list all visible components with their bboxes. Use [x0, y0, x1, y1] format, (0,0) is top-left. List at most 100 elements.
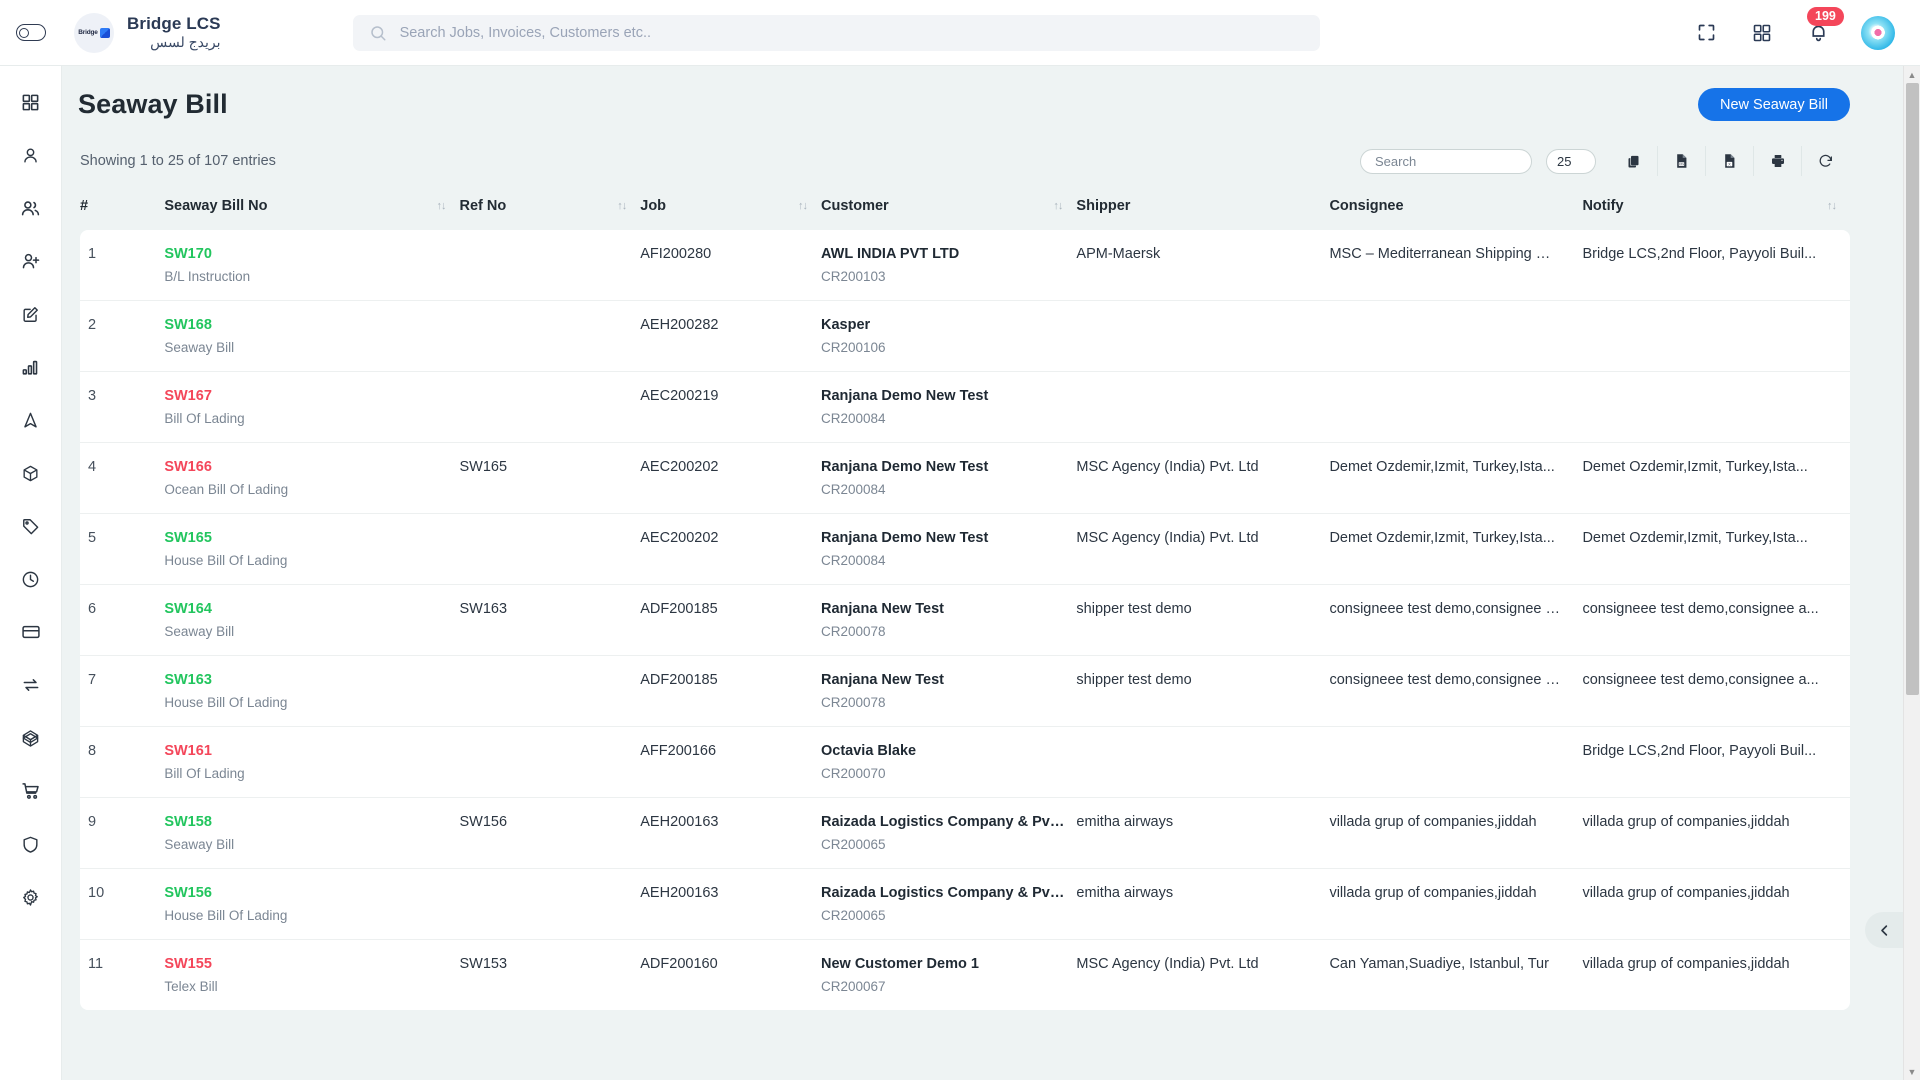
table-row[interactable]: 11 SW155 Telex Bill SW153 ADF200160 New Custo…: [80, 940, 1850, 1011]
table-row[interactable]: 4 SW166 Ocean Bill Of Lading SW165 AEC200202…: [80, 443, 1850, 514]
cell-shipper: MSC Agency (India) Pvt. Ltd: [1076, 530, 1259, 546]
vertical-scrollbar[interactable]: ▲ ▼: [1903, 66, 1920, 1080]
sidebar-item-dashboard[interactable]: [17, 90, 45, 114]
print-button[interactable]: [1754, 146, 1802, 176]
sidebar-item-payments[interactable]: [17, 620, 45, 644]
sort-icon[interactable]: ↑↓: [798, 200, 808, 212]
column-header-index[interactable]: #: [80, 198, 164, 230]
column-header-consignee[interactable]: Consignee: [1329, 198, 1582, 230]
excel-export-button[interactable]: X: [1706, 146, 1754, 176]
table-row[interactable]: 3 SW167 Bill Of Lading AEC200219 Ranjana Dem…: [80, 372, 1850, 443]
shopping-cart-icon: [21, 783, 39, 799]
column-header-shipper[interactable]: Shipper: [1076, 198, 1329, 230]
sidebar-item-jobs[interactable]: [17, 302, 45, 326]
table-row[interactable]: 2 SW168 Seaway Bill AEH200282 Kasper CR200106: [80, 301, 1850, 372]
cell-seaway-bill-no[interactable]: SW165 House Bill Of Lading: [164, 514, 459, 585]
sidebar-item-inventory[interactable]: [17, 726, 45, 750]
column-header-customer[interactable]: Customer ↑↓: [821, 198, 1076, 230]
cell-seaway-bill-no[interactable]: SW170 B/L Instruction: [164, 230, 459, 301]
bill-no-link[interactable]: SW155: [164, 956, 459, 972]
brand[interactable]: Bridge Bridge LCS بريدج لسس: [74, 12, 221, 53]
sidebar-item-settings[interactable]: [17, 885, 45, 909]
refresh-button[interactable]: [1802, 146, 1850, 176]
table-row[interactable]: 1 SW170 B/L Instruction AFI200280 AWL INDIA …: [80, 230, 1850, 301]
table-row[interactable]: 10 SW156 House Bill Of Lading AEH200163 Raiz…: [80, 869, 1850, 940]
sidebar-item-purchase[interactable]: [17, 779, 45, 803]
apps-grid-button[interactable]: [1749, 20, 1775, 46]
cell-seaway-bill-no[interactable]: SW167 Bill Of Lading: [164, 372, 459, 443]
sidebar-item-history[interactable]: [17, 567, 45, 591]
cell-seaway-bill-no[interactable]: SW168 Seaway Bill: [164, 301, 459, 372]
column-header-job[interactable]: Job ↑↓: [640, 198, 821, 230]
cell-seaway-bill-no[interactable]: SW156 House Bill Of Lading: [164, 869, 459, 940]
edit-square-icon: [23, 306, 38, 322]
cell-seaway-bill-no[interactable]: SW161 Bill Of Lading: [164, 727, 459, 798]
sort-icon[interactable]: ↑↓: [1827, 200, 1837, 212]
main-content: Seaway Bill New Seaway Bill Showing 1 to…: [62, 66, 1920, 1080]
sidebar-item-packages[interactable]: [17, 461, 45, 485]
page-length-input[interactable]: [1546, 148, 1596, 174]
bill-no-link[interactable]: SW164: [164, 601, 459, 617]
column-header-notify[interactable]: Notify ↑↓: [1582, 198, 1850, 230]
table-row[interactable]: 7 SW163 House Bill Of Lading ADF200185 Ranja…: [80, 656, 1850, 727]
cell-notify: villada grup of companies,jiddah: [1582, 885, 1790, 901]
cell-shipper: shipper test demo: [1076, 672, 1192, 688]
scrollbar-thumb[interactable]: [1906, 83, 1919, 695]
bill-no-link[interactable]: SW161: [164, 743, 459, 759]
sidebar-toggle-button[interactable]: [0, 24, 62, 41]
sidebar-item-reports[interactable]: [17, 355, 45, 379]
sort-icon[interactable]: ↑↓: [1053, 200, 1063, 212]
bill-no-link[interactable]: SW168: [164, 317, 459, 333]
cell-consignee: Demet Ozdemir,Izmit, Turkey,Ista...: [1329, 459, 1555, 475]
column-header-seaway-bill-no[interactable]: Seaway Bill No ↑↓: [164, 198, 459, 230]
column-header-ref-no[interactable]: Ref No ↑↓: [460, 198, 641, 230]
customer-code: CR200084: [820, 482, 886, 497]
cell-seaway-bill-no[interactable]: SW155 Telex Bill: [164, 940, 459, 1011]
bill-no-link[interactable]: SW170: [164, 246, 459, 262]
bill-no-link[interactable]: SW156: [164, 885, 459, 901]
sidebar-item-transactions[interactable]: [17, 673, 45, 697]
table-row[interactable]: 6 SW164 Seaway Bill SW163 ADF200185 Ranjana N…: [80, 585, 1850, 656]
bill-no-link[interactable]: SW165: [164, 530, 459, 546]
cell-customer: Ranjana Demo New Test CR200084: [821, 443, 1076, 514]
global-search: [352, 14, 1320, 51]
table-row[interactable]: 5 SW165 House Bill Of Lading AEC200202 Ranja…: [80, 514, 1850, 585]
scroll-down-arrow-icon[interactable]: ▼: [1904, 1063, 1920, 1080]
copy-button[interactable]: [1610, 146, 1658, 176]
table-search-input[interactable]: [1360, 148, 1532, 174]
sort-icon[interactable]: ↑↓: [617, 200, 627, 212]
entries-info: Showing 1 to 25 of 107 entries: [80, 153, 276, 169]
bill-no-link[interactable]: SW167: [164, 388, 459, 404]
sidebar-item-contacts[interactable]: [17, 196, 45, 220]
column-label: #: [80, 198, 89, 214]
csv-export-button[interactable]: CSV: [1658, 146, 1706, 176]
panel-collapse-button[interactable]: [1865, 912, 1903, 948]
cell-seaway-bill-no[interactable]: SW164 Seaway Bill: [164, 585, 459, 656]
cell-job: AEC200202: [640, 459, 719, 475]
scroll-up-arrow-icon[interactable]: ▲: [1904, 66, 1920, 83]
table-row[interactable]: 8 SW161 Bill Of Lading AFF200166 Octavia Bla…: [80, 727, 1850, 798]
cell-seaway-bill-no[interactable]: SW158 Seaway Bill: [164, 798, 459, 869]
bill-no-link[interactable]: SW158: [164, 814, 459, 830]
table-row[interactable]: 9 SW158 Seaway Bill SW156 AEH200163 Raizada L…: [80, 798, 1850, 869]
avatar[interactable]: [1861, 15, 1895, 50]
fullscreen-button[interactable]: [1693, 20, 1719, 46]
new-seaway-bill-button[interactable]: New Seaway Bill: [1698, 88, 1850, 121]
cell-seaway-bill-no[interactable]: SW166 Ocean Bill Of Lading: [164, 443, 459, 514]
sidebar-item-security[interactable]: [17, 832, 45, 856]
customer-name: Kasper: [820, 317, 871, 333]
search-input[interactable]: [399, 24, 1304, 41]
notifications-button[interactable]: 199: [1805, 6, 1844, 46]
cell-ref-no: [460, 301, 641, 372]
sort-icon[interactable]: ↑↓: [437, 200, 447, 212]
cell-ref-no: [460, 372, 641, 443]
copy-icon: [1628, 155, 1639, 167]
sidebar-item-customers[interactable]: [17, 143, 45, 167]
bill-no-link[interactable]: SW163: [164, 672, 459, 688]
sidebar-item-add-user[interactable]: [17, 249, 45, 273]
cell-notify: [1582, 372, 1850, 443]
sidebar-item-rates[interactable]: [17, 514, 45, 538]
sidebar-item-tracking[interactable]: [17, 408, 45, 432]
bill-no-link[interactable]: SW166: [164, 459, 459, 475]
cell-seaway-bill-no[interactable]: SW163 House Bill Of Lading: [164, 656, 459, 727]
